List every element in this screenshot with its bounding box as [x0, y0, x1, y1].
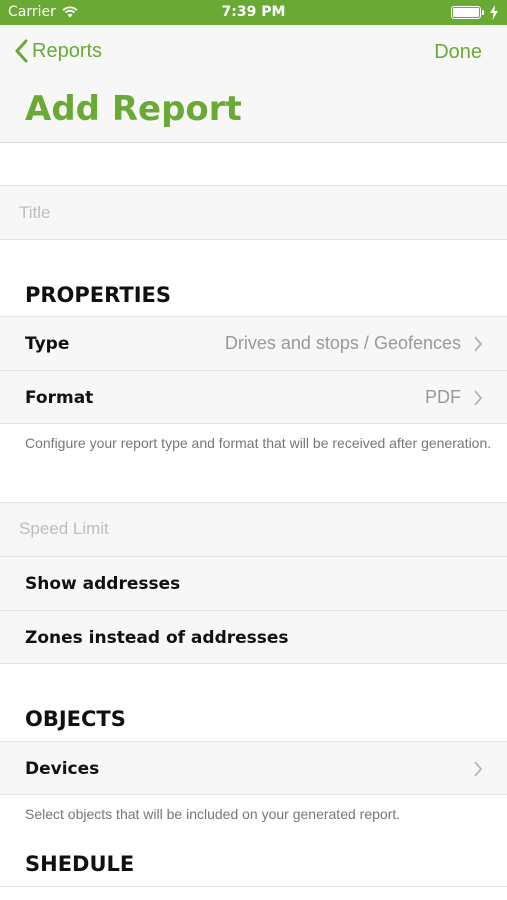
speed-limit-placeholder: Speed Limit: [19, 519, 109, 538]
chevron-right-icon: [474, 390, 483, 406]
navigation-bar: Reports Done Add Report: [0, 25, 507, 143]
zones-instead-label: Zones instead of addresses: [25, 628, 289, 648]
format-label: Format: [25, 388, 94, 408]
schedule-header: SHEDULE: [25, 852, 135, 876]
format-row[interactable]: Format PDF: [0, 370, 507, 424]
properties-header: PROPERTIES: [25, 283, 171, 307]
charging-bolt-icon: [490, 5, 498, 20]
back-button[interactable]: Reports: [14, 39, 102, 63]
chevron-left-icon: [15, 39, 28, 63]
type-label: Type: [25, 334, 70, 354]
speed-limit-field[interactable]: Speed Limit: [0, 502, 507, 556]
schedule-top-divider: [0, 886, 507, 887]
show-addresses-row[interactable]: Show addresses: [0, 556, 507, 610]
zones-instead-row[interactable]: Zones instead of addresses: [0, 610, 507, 664]
format-value: PDF: [425, 387, 461, 407]
status-bar: Carrier 7:39 PM: [0, 0, 507, 25]
objects-footer-note: Select objects that will be included on …: [25, 806, 401, 822]
chevron-right-icon: [474, 761, 483, 777]
done-button[interactable]: Done: [434, 41, 482, 64]
back-label: Reports: [32, 39, 103, 62]
title-placeholder: Title: [19, 203, 51, 222]
objects-header: OBJECTS: [25, 707, 126, 731]
type-value: Drives and stops / Geofences: [224, 333, 461, 353]
battery-tip: [482, 10, 484, 15]
battery-icon: [451, 6, 481, 19]
chevron-right-icon: [474, 336, 483, 352]
status-time: 7:39 PM: [221, 4, 286, 20]
devices-row[interactable]: Devices: [0, 741, 507, 795]
show-addresses-label: Show addresses: [25, 574, 181, 594]
type-row[interactable]: Type Drives and stops / Geofences: [0, 316, 507, 370]
title-field[interactable]: Title: [0, 185, 507, 240]
page-title: Add Report: [25, 89, 242, 129]
devices-label: Devices: [25, 759, 100, 779]
properties-footer-note: Configure your report type and format th…: [25, 435, 492, 451]
